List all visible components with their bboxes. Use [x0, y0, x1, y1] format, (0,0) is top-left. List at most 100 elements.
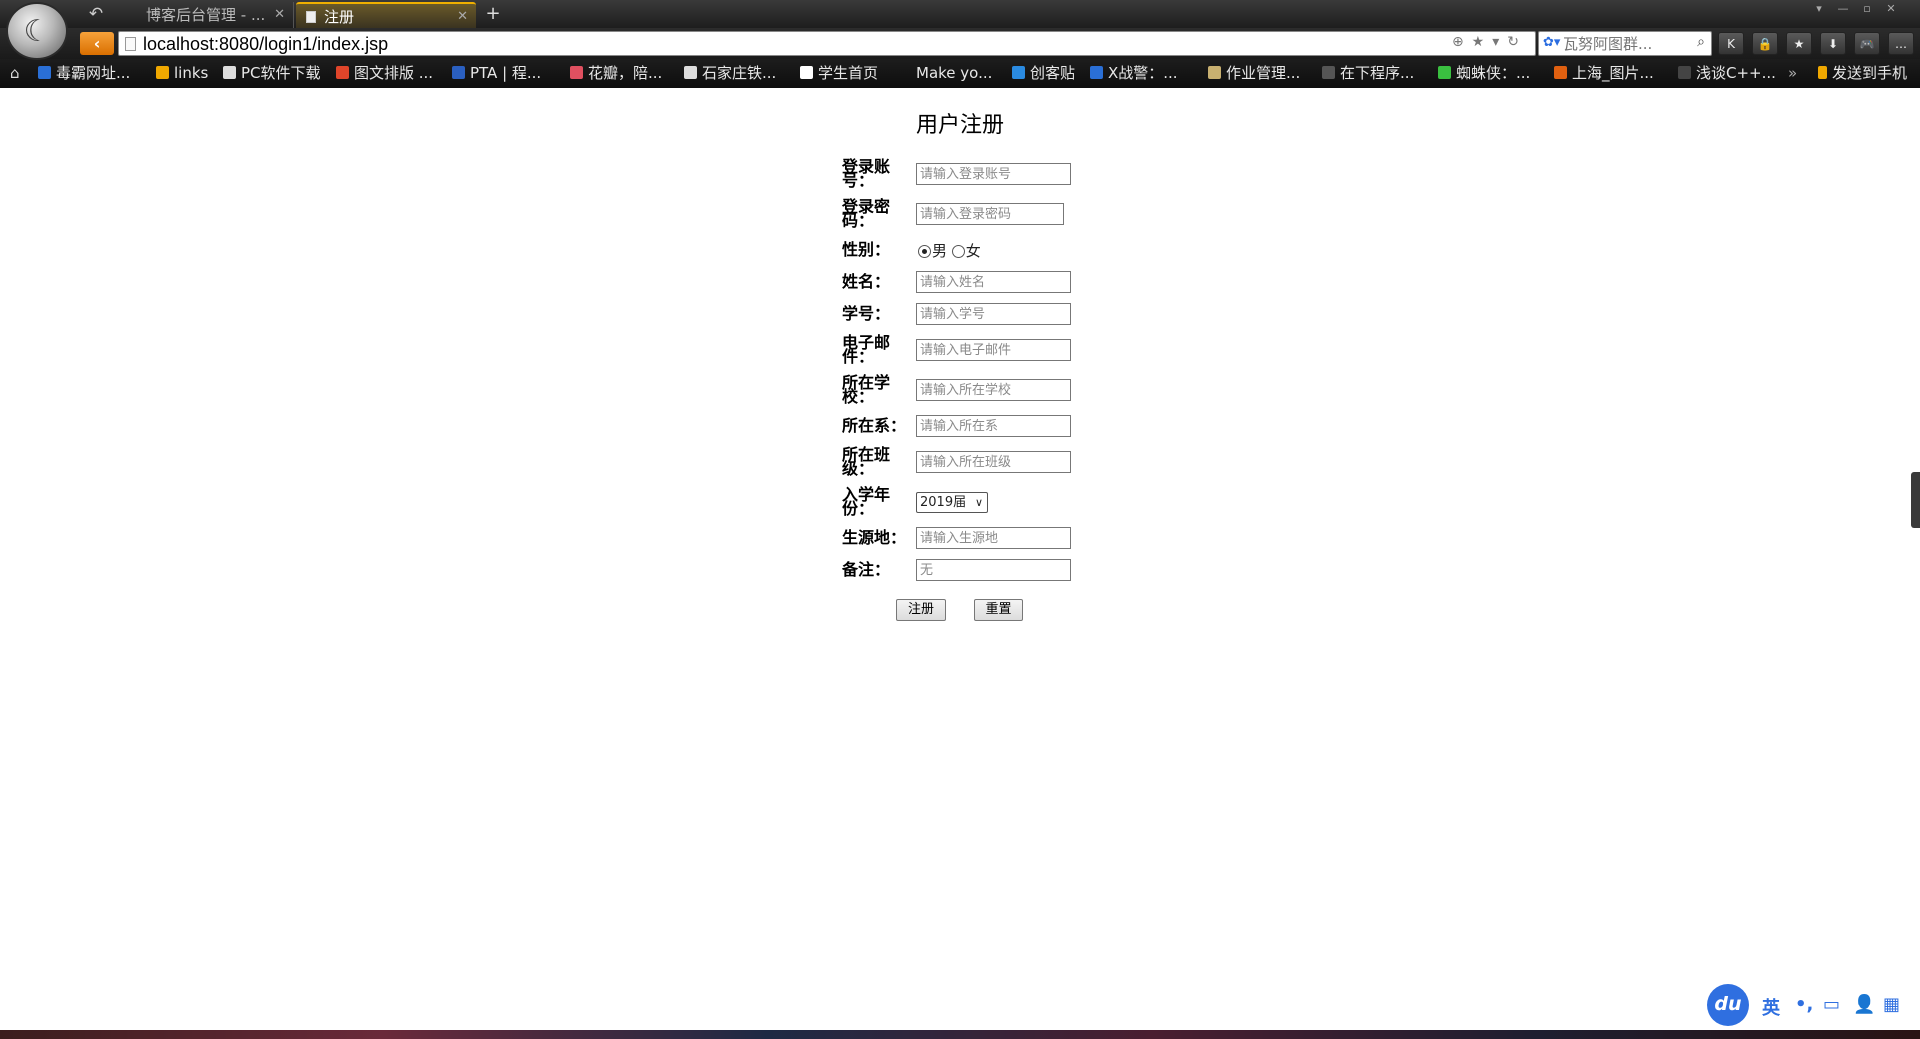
bookmark-item[interactable]: 蜘蛛侠：... — [1438, 64, 1530, 83]
bookmark-label: 学生首页 — [818, 64, 879, 82]
ime-punctuation-icon[interactable]: •, — [1795, 994, 1813, 1015]
close-icon[interactable]: ✕ — [274, 2, 285, 28]
reset-button[interactable]: 重置 — [974, 599, 1023, 621]
account-label: 登录账号： — [842, 157, 891, 190]
register-button[interactable]: 注册 — [896, 599, 946, 621]
home-icon[interactable]: ⌂ — [10, 64, 20, 82]
toolbar-game-button[interactable]: 🎮 — [1854, 32, 1880, 55]
bookmark-label: 图文排版 ... — [354, 64, 434, 82]
gender-male-label[interactable]: 男 — [932, 242, 947, 260]
restore-icon[interactable]: ▫ — [1858, 2, 1876, 15]
bookmark-item[interactable]: 图文排版 ... — [336, 64, 433, 83]
tab-label: 注册 — [324, 8, 355, 26]
new-tab-button[interactable]: + — [482, 2, 504, 26]
gender-female-label[interactable]: 女 — [966, 242, 981, 260]
baidu-ime-logo[interactable]: du — [1707, 984, 1749, 1026]
year-label: 入学年份： — [842, 485, 891, 518]
bookmark-favicon-icon — [570, 66, 583, 79]
close-icon[interactable]: ✕ — [457, 4, 468, 30]
bookmark-item[interactable]: 作业管理... — [1208, 64, 1300, 83]
tab-blog-admin[interactable]: 博客后台管理 - ... ✕ — [118, 2, 294, 28]
bookmark-favicon-icon — [1438, 66, 1451, 79]
bookmark-label: 在下程序... — [1340, 64, 1415, 82]
url-text[interactable]: localhost:8080/login1/index.jsp — [143, 33, 388, 55]
bookmark-favicon-icon — [452, 66, 465, 79]
dropdown-icon[interactable]: ▾ — [1492, 34, 1507, 50]
minimize-icon[interactable]: — — [1834, 2, 1852, 15]
origin-input[interactable] — [916, 527, 1071, 549]
bookmark-item[interactable]: 石家庄铁... — [684, 64, 776, 83]
compat-mode-icon[interactable]: ⊕ — [1452, 34, 1472, 50]
bookmark-item[interactable]: 学生首页 — [800, 64, 878, 83]
bookmark-item[interactable]: 创客贴 — [1012, 64, 1075, 83]
skin-icon[interactable]: ▾ — [1810, 2, 1828, 15]
cheetah-logo-icon: ☾ — [23, 13, 51, 49]
page-title: 用户注册 — [915, 113, 1004, 138]
bookmark-item[interactable]: Make yo... — [916, 64, 992, 83]
account-input[interactable] — [916, 163, 1071, 185]
favorite-star-icon[interactable]: ★ — [1472, 34, 1493, 50]
password-input[interactable] — [916, 203, 1064, 225]
bookmark-item[interactable]: links — [156, 64, 208, 83]
password-label: 登录密码： — [842, 197, 891, 230]
name-label: 姓名： — [842, 272, 891, 291]
toolbar-more-button[interactable]: … — [1888, 32, 1914, 55]
close-window-icon[interactable]: ✕ — [1882, 2, 1900, 15]
search-icon[interactable]: ⌕ — [1697, 34, 1705, 50]
toolbar-download-button[interactable]: ⬇ — [1820, 32, 1846, 55]
bookmark-item[interactable]: 在下程序... — [1322, 64, 1414, 83]
address-bar-icons[interactable]: ⊕★▾↻ — [1452, 34, 1527, 50]
school-input[interactable] — [916, 379, 1071, 401]
toolbar-star-button[interactable]: ★ — [1786, 32, 1812, 55]
note-label: 备注： — [842, 560, 891, 579]
refresh-icon[interactable]: ↻ — [1507, 34, 1527, 50]
ime-user-icon[interactable]: 👤 — [1853, 994, 1875, 1015]
bookmark-label: X战警：... — [1108, 64, 1178, 82]
student-id-input[interactable] — [916, 303, 1071, 325]
class-input[interactable] — [916, 451, 1071, 473]
bookmark-item[interactable]: PTA | 程... — [452, 64, 541, 83]
department-input[interactable] — [916, 415, 1071, 437]
search-box[interactable]: ✿▾ ⌕ — [1538, 31, 1712, 56]
taskbar — [0, 1030, 1920, 1039]
tab-register[interactable]: 注册 ✕ — [296, 2, 476, 28]
search-engine-icon[interactable]: ✿▾ — [1543, 35, 1560, 50]
ime-toolbar: du 英 •, ▭ 👤 ▦ — [1707, 984, 1920, 1026]
back-button[interactable]: ‹ — [80, 32, 114, 55]
email-input[interactable] — [916, 339, 1071, 361]
gender-female-radio[interactable] — [951, 244, 965, 258]
bookmark-favicon-icon — [1554, 66, 1567, 79]
bookmark-item[interactable]: 浅谈C++... — [1678, 64, 1776, 83]
ime-menu-icon[interactable]: ▦ — [1883, 994, 1900, 1015]
bookmark-favicon-icon — [1012, 66, 1025, 79]
bookmark-item[interactable]: PC软件下载 — [223, 64, 321, 83]
bookmarks-bar: ⌂ 毒霸网址... links PC软件下载 图文排版 ... PTA | 程... 花瓣… — [0, 59, 1920, 88]
bookmark-item[interactable]: 上海_图片... — [1554, 64, 1654, 83]
bookmark-label: 毒霸网址... — [56, 64, 131, 82]
ime-language-toggle[interactable]: 英 — [1762, 994, 1780, 1020]
search-input[interactable] — [1563, 34, 1683, 53]
undo-close-tab-icon[interactable]: ↶ — [84, 3, 108, 25]
bookmark-item[interactable]: X战警：... — [1090, 64, 1178, 83]
send-to-phone-button[interactable]: 发送到手机 — [1818, 64, 1907, 83]
toolbar-lock-button[interactable]: 🔒 — [1752, 32, 1778, 55]
browser-logo[interactable]: ☾ — [6, 2, 68, 60]
bookmark-item[interactable]: 毒霸网址... — [38, 64, 130, 83]
bookmarks-overflow-icon[interactable]: » — [1788, 64, 1797, 83]
bookmark-label: Make yo... — [916, 64, 993, 82]
gender-male-radio[interactable] — [918, 244, 931, 258]
note-input[interactable] — [916, 559, 1071, 581]
bookmark-favicon-icon — [1208, 66, 1221, 79]
name-input[interactable] — [916, 271, 1071, 293]
address-bar[interactable]: localhost:8080/login1/index.jsp ⊕★▾↻ — [118, 31, 1536, 56]
send-to-phone-label: 发送到手机 — [1832, 64, 1908, 82]
tab-label: 博客后台管理 - ... — [146, 6, 266, 24]
ime-keyboard-icon[interactable]: ▭ — [1823, 994, 1840, 1015]
school-label: 所在学校： — [842, 373, 891, 406]
side-panel-handle[interactable] — [1911, 472, 1920, 528]
bookmark-favicon-icon — [1090, 66, 1103, 79]
toolbar-k-button[interactable]: K — [1718, 32, 1744, 55]
bookmark-label: 作业管理... — [1226, 64, 1301, 82]
bookmark-item[interactable]: 花瓣，陪... — [570, 64, 662, 83]
year-select[interactable]: 2019届 ∨ — [916, 491, 988, 513]
